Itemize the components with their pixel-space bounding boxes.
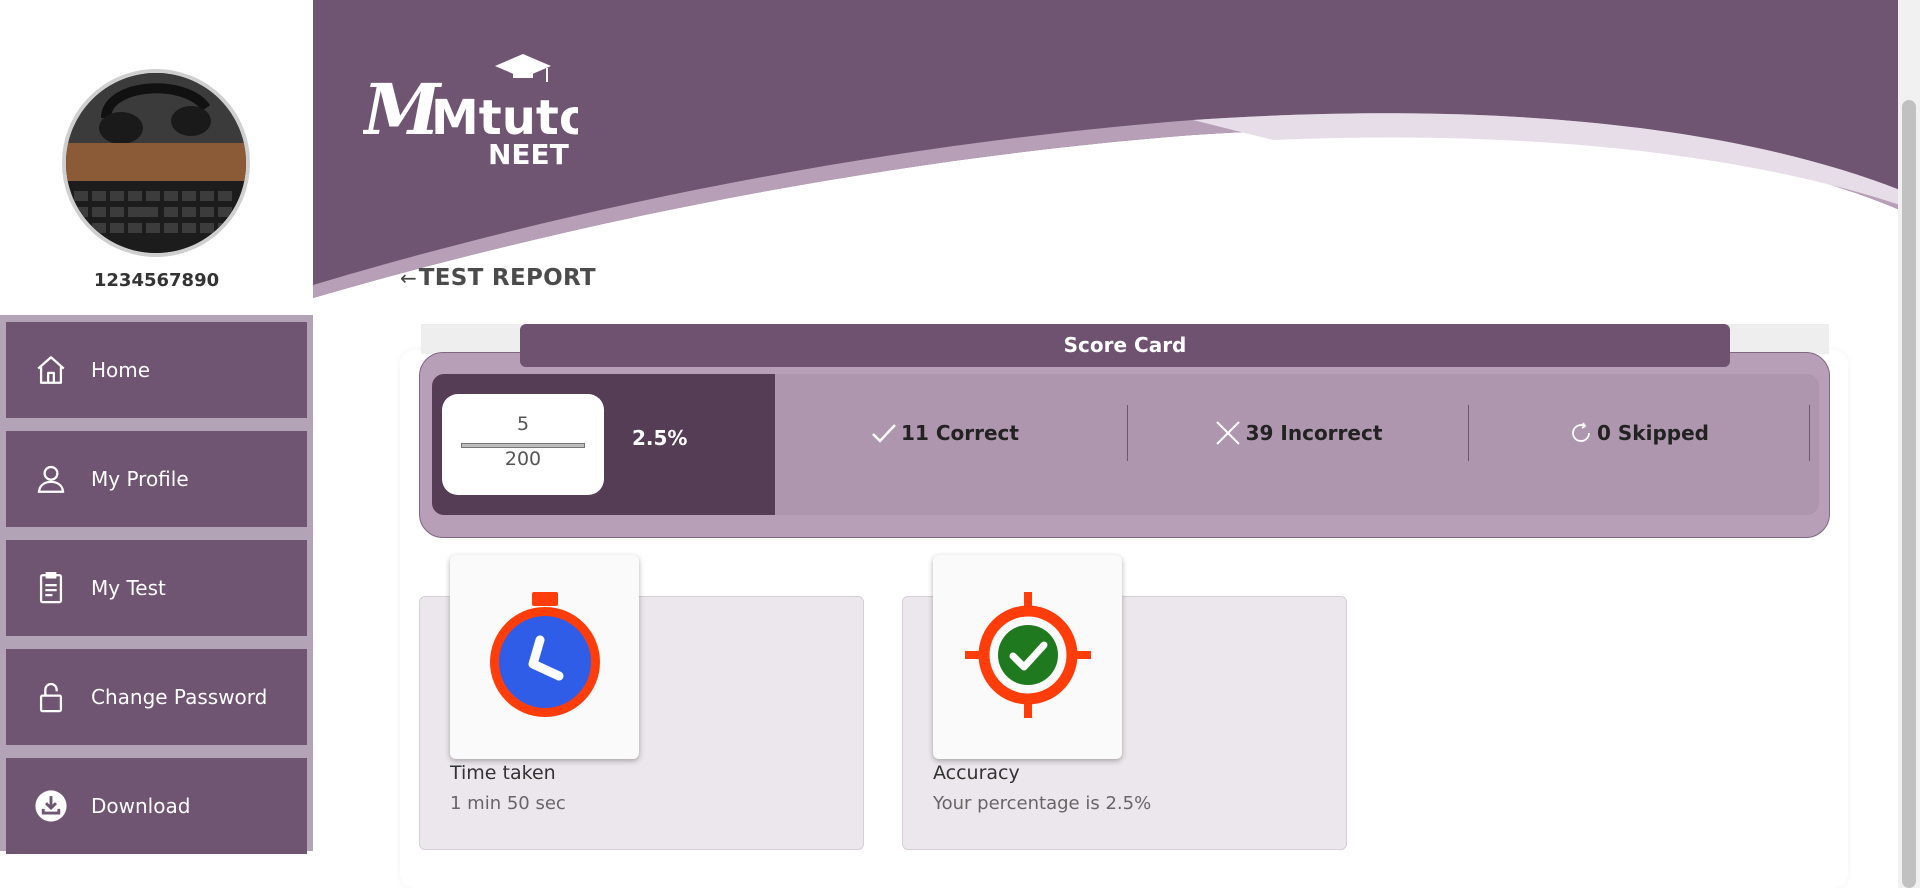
sidebar-item-label: Download — [91, 794, 191, 818]
lock-icon — [28, 674, 74, 720]
correct-stat: 11 Correct — [775, 404, 1115, 461]
avatar[interactable] — [62, 69, 250, 257]
sidebar-item-my-test[interactable]: My Test — [6, 540, 307, 636]
correct-count: 11 Correct — [901, 420, 1019, 445]
check-icon — [871, 422, 897, 444]
score-obtained: 5 — [516, 413, 530, 435]
username: 1234567890 — [93, 270, 220, 291]
user-icon — [28, 456, 74, 502]
time-taken-title: Time taken — [450, 762, 556, 784]
stat-divider — [1809, 405, 1810, 461]
skipped-count: 0 Skipped — [1597, 420, 1709, 445]
target-icon — [963, 590, 1093, 724]
sidebar: 1234567890 Home My Profile My Test Chang… — [0, 0, 313, 888]
sidebar-item-change-password[interactable]: Change Password — [6, 649, 307, 745]
refresh-icon — [1569, 421, 1593, 445]
accuracy-icon-box — [933, 555, 1122, 759]
page-title: TEST REPORT — [418, 265, 596, 291]
score-summary: 5 200 2.5% — [432, 374, 775, 515]
skipped-stat: 0 Skipped — [1469, 404, 1809, 461]
sidebar-item-download[interactable]: Download — [6, 758, 307, 854]
incorrect-stat: 39 Incorrect — [1128, 404, 1468, 461]
score-percentage: 2.5% — [632, 426, 688, 450]
sidebar-item-my-profile[interactable]: My Profile — [6, 431, 307, 527]
sidebar-item-label: My Test — [91, 576, 166, 600]
time-icon-box — [450, 555, 639, 759]
app-root: M Mtutor NEET 123456 — [0, 0, 1920, 888]
stopwatch-icon — [485, 590, 605, 724]
download-icon — [28, 783, 74, 829]
back-arrow-icon[interactable]: ← — [400, 266, 417, 290]
incorrect-count: 39 Incorrect — [1245, 420, 1383, 445]
sidebar-item-label: Change Password — [91, 685, 268, 709]
scorecard-inner: 5 200 2.5% 11 Correct 39 Incorrect 0 Ski… — [432, 374, 1819, 515]
scorecard-tab: Score Card — [520, 324, 1730, 367]
sidebar-item-label: Home — [91, 358, 151, 382]
cross-icon — [1214, 419, 1242, 447]
time-taken-value: 1 min 50 sec — [450, 793, 566, 814]
accuracy-value: Your percentage is 2.5% — [933, 793, 1152, 814]
page-scrollbar[interactable] — [1898, 0, 1920, 888]
sidebar-item-label: My Profile — [91, 467, 189, 491]
scrollbar-thumb[interactable] — [1902, 100, 1916, 888]
mtutor-logo: M Mtutor NEET — [361, 46, 616, 175]
score-fraction: 5 200 — [442, 394, 604, 495]
sidebar-item-home[interactable]: Home — [6, 322, 307, 418]
logo-subtitle: NEET — [488, 138, 569, 171]
score-total: 200 — [504, 448, 542, 470]
accuracy-title: Accuracy — [933, 762, 1020, 784]
page-header: ← TEST REPORT — [400, 265, 596, 291]
scorecard-panel: 5 200 2.5% 11 Correct 39 Incorrect 0 Ski… — [419, 352, 1830, 538]
home-icon — [28, 347, 74, 393]
sidebar-menu: Home My Profile My Test Change Password — [0, 315, 313, 854]
clipboard-icon — [28, 565, 74, 611]
